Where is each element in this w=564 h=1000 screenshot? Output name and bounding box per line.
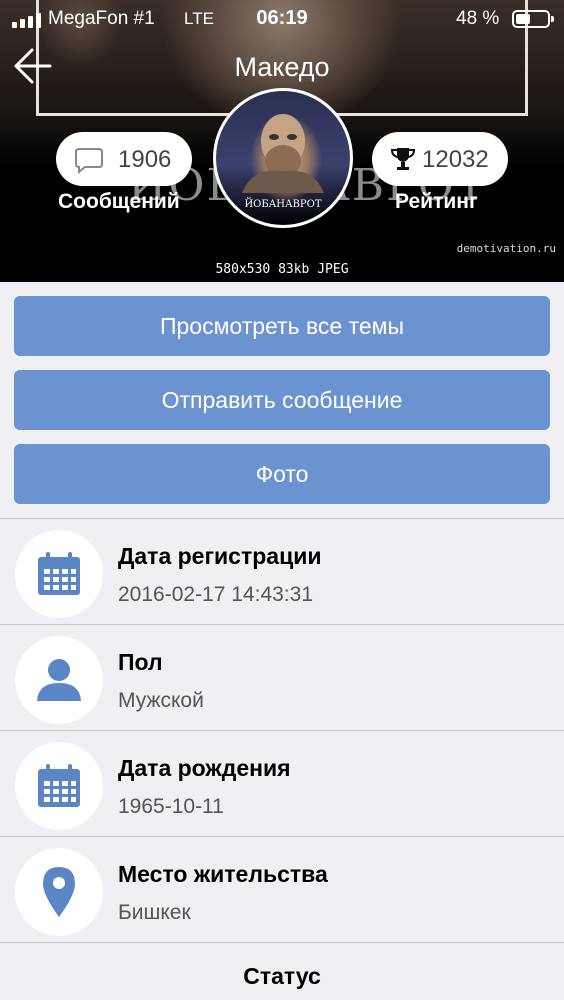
battery-tip [551,16,554,22]
info-label: Дата рождения [118,755,291,781]
info-label: Дата регистрации [118,543,322,569]
info-value: 2016-02-17 14:43:31 [118,583,313,606]
speech-bubble-icon [75,148,103,174]
battery-icon [512,10,554,28]
battery-level [516,14,531,24]
info-icon-circle [15,742,103,830]
avatar[interactable]: ЙОБАНАВРОТ [213,88,353,228]
info-icon-circle [15,636,103,724]
battery-percentage: 48 % [456,8,500,29]
profile-header: ЙОБАНАВРОТ demotivation.ru 580x530 83kb … [0,0,564,282]
info-value: Бишкек [118,901,191,924]
view-all-topics-button[interactable]: Просмотреть все темы [14,296,550,356]
status-section-title: Статус [243,963,321,989]
rating-pill[interactable]: 12032 [372,132,508,186]
person-icon [37,659,81,701]
cover-image-meta: 580x530 83kb JPEG [215,262,349,277]
rating-value: 12032 [422,146,489,173]
messages-count-pill[interactable]: 1906 [56,132,192,186]
info-label: Место жительства [118,861,328,887]
trophy-icon [390,148,416,170]
send-message-button[interactable]: Отправить сообщение [14,370,550,430]
status-section: Статус [0,942,564,1000]
info-row-gender: Пол Мужской [0,624,564,730]
cover-watermark: demotivation.ru [456,242,556,255]
profile-info-list: Дата регистрации 2016-02-17 14:43:31 Пол… [0,518,564,942]
avatar-caption: ЙОБАНАВРОТ [244,199,322,210]
rating-label: Рейтинг [395,190,478,213]
photos-button[interactable]: Фото [14,444,550,504]
location-pin-icon [43,867,75,917]
info-value: Мужской [118,689,204,712]
info-row-registration-date: Дата регистрации 2016-02-17 14:43:31 [0,518,564,624]
info-icon-circle [15,530,103,618]
info-row-location: Место жительства Бишкек [0,836,564,942]
profile-username: Македо [234,52,330,82]
info-row-birth-date: Дата рождения 1965-10-11 [0,730,564,836]
messages-label: Сообщений [58,190,180,213]
messages-count: 1906 [118,146,172,173]
avatar-portrait [242,114,324,193]
calendar-icon [38,552,80,595]
info-label: Пол [118,649,163,675]
info-value: 1965-10-11 [118,795,224,818]
info-icon-circle [15,848,103,936]
calendar-icon [38,764,80,807]
status-bar: MegaFon #1 LTE 06:19 48 % [0,0,564,38]
